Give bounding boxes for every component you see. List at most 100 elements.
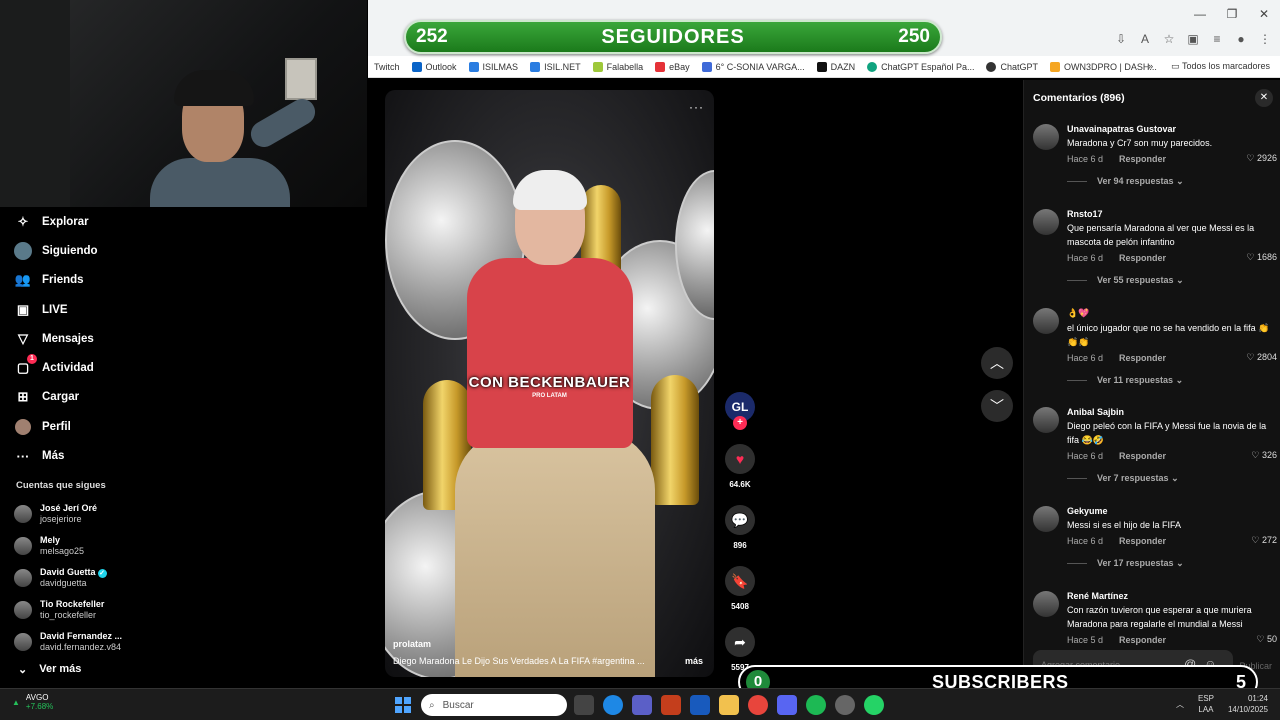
following-account[interactable]: David Guetta ✓ davidguetta bbox=[14, 562, 122, 594]
video-subject-legs bbox=[455, 430, 655, 677]
avatar[interactable] bbox=[1033, 124, 1059, 150]
bookmark[interactable]: ChatGPT Español Pa... bbox=[861, 61, 980, 72]
video-player[interactable]: ··· CON BECKENBAUER PRO LATAM prolatam D… bbox=[385, 90, 714, 677]
menu-dots-icon[interactable]: ⋮ bbox=[1258, 32, 1272, 46]
media-icon[interactable]: ≡ bbox=[1210, 32, 1224, 46]
nav-actividad[interactable]: ▢ 1 Actividad bbox=[14, 353, 98, 382]
comment-likes[interactable]: ♡ 2926 bbox=[1246, 153, 1277, 164]
all-bookmarks[interactable]: ▭ Todos los marcadores bbox=[1171, 61, 1270, 72]
translate-icon[interactable]: A bbox=[1138, 32, 1152, 46]
view-replies-button[interactable]: Ver 11 respuestas ⌄ bbox=[1067, 375, 1277, 386]
following-account[interactable]: Tio Rockefeller tio_rockefeller bbox=[14, 594, 122, 626]
comment-likes[interactable]: ♡ 50 bbox=[1256, 634, 1277, 645]
bookmark[interactable]: DAZN bbox=[811, 61, 862, 72]
reply-button[interactable]: Responder bbox=[1119, 253, 1166, 263]
whatsapp-icon[interactable] bbox=[864, 695, 884, 715]
reply-button[interactable]: Responder bbox=[1119, 353, 1166, 363]
view-replies-button[interactable]: Ver 7 respuestas ⌄ bbox=[1067, 473, 1277, 484]
more-link[interactable]: más bbox=[685, 656, 703, 666]
comment-likes[interactable]: ♡ 2804 bbox=[1246, 352, 1277, 363]
following-account[interactable]: David Fernandez ... david.fernandez.v84 bbox=[14, 626, 122, 658]
view-replies-button[interactable]: Ver 94 respuestas ⌄ bbox=[1067, 176, 1277, 187]
nav-mensajes[interactable]: ▽ Mensajes bbox=[14, 324, 98, 353]
comment-button[interactable]: 💬 bbox=[725, 505, 755, 535]
video-watermark: PRO LATAM bbox=[532, 393, 567, 399]
reply-button[interactable]: Responder bbox=[1119, 536, 1166, 546]
view-replies-button[interactable]: Ver 17 respuestas ⌄ bbox=[1067, 558, 1277, 569]
stock-widget[interactable]: ▲ AVGO +7.68% bbox=[12, 693, 53, 711]
taskbar-search[interactable]: ⌕ Buscar bbox=[421, 694, 567, 716]
profile-avatar-icon[interactable]: ● bbox=[1234, 32, 1248, 46]
avatar[interactable] bbox=[1033, 308, 1059, 334]
bookmark[interactable]: Outlook bbox=[406, 61, 463, 72]
word-icon[interactable] bbox=[690, 695, 710, 715]
restore-icon[interactable]: ❐ bbox=[1216, 0, 1248, 28]
chevron-right-icon[interactable]: » bbox=[1148, 61, 1153, 72]
windows-start-icon[interactable] bbox=[395, 697, 411, 713]
obs-icon[interactable] bbox=[835, 695, 855, 715]
bookmark[interactable]: Twitch bbox=[368, 62, 406, 72]
close-icon[interactable]: ✕ bbox=[1255, 89, 1273, 107]
close-window-icon[interactable]: ✕ bbox=[1248, 0, 1280, 28]
spotify-icon[interactable] bbox=[806, 695, 826, 715]
following-account[interactable]: Mely melsago25 bbox=[14, 530, 122, 562]
minimize-icon[interactable]: — bbox=[1184, 0, 1216, 28]
reply-button[interactable]: Responder bbox=[1119, 154, 1166, 164]
nav-mas[interactable]: ··· Más bbox=[14, 441, 98, 470]
video-description: Diego Maradona Le Dijo Sus Verdades A La… bbox=[393, 656, 703, 666]
bookmark[interactable]: 6° C-SONIA VARGA... bbox=[696, 61, 811, 72]
extensions-icon[interactable]: ▣ bbox=[1186, 32, 1200, 46]
language-indicator[interactable]: ESP LAA bbox=[1198, 693, 1214, 715]
avatar[interactable] bbox=[1033, 407, 1059, 433]
comment-item: 👌💖 el único jugador que no se ha vendido… bbox=[1033, 308, 1277, 407]
video-author[interactable]: prolatam bbox=[393, 639, 431, 649]
task-view-icon[interactable] bbox=[574, 695, 594, 715]
author-avatar[interactable]: GL + bbox=[725, 392, 755, 430]
install-icon[interactable]: ⇩ bbox=[1114, 32, 1128, 46]
view-replies-button[interactable]: Ver 55 respuestas ⌄ bbox=[1067, 275, 1277, 286]
avatar[interactable] bbox=[1033, 591, 1059, 617]
comment-likes[interactable]: ♡ 1686 bbox=[1246, 252, 1277, 263]
save-button[interactable]: 🔖 bbox=[725, 566, 755, 596]
previous-video-button[interactable]: ︿ bbox=[981, 347, 1013, 379]
like-button[interactable]: ♥ bbox=[725, 444, 755, 474]
bookmark[interactable]: eBay bbox=[649, 61, 696, 72]
powerpoint-icon[interactable] bbox=[661, 695, 681, 715]
share-button[interactable]: ➦ bbox=[725, 627, 755, 657]
more-dots-icon[interactable]: ··· bbox=[689, 100, 704, 114]
nav-live[interactable]: ▣ LIVE bbox=[14, 295, 98, 324]
bookmark[interactable]: OWN3DPRO | DASH... bbox=[1044, 61, 1163, 72]
nav-explorar[interactable]: ✧ Explorar bbox=[14, 207, 98, 236]
clock[interactable]: 01:24 14/10/2025 bbox=[1228, 693, 1268, 715]
nav-friends[interactable]: 👥 Friends bbox=[14, 266, 98, 295]
bookmark[interactable]: ISIL.NET bbox=[524, 61, 587, 72]
avatar[interactable] bbox=[1033, 209, 1059, 235]
bookmark[interactable]: ISILMAS bbox=[463, 61, 525, 72]
store-icon[interactable] bbox=[632, 695, 652, 715]
avatar bbox=[14, 537, 32, 555]
follow-plus-icon[interactable]: + bbox=[733, 416, 747, 430]
reply-button[interactable]: Responder bbox=[1119, 635, 1166, 645]
nav-perfil[interactable]: Perfil bbox=[14, 412, 98, 441]
file-explorer-icon[interactable] bbox=[719, 695, 739, 715]
comment-likes[interactable]: ♡ 272 bbox=[1251, 535, 1277, 546]
comment-likes[interactable]: ♡ 326 bbox=[1251, 450, 1277, 461]
chatgpt-icon bbox=[986, 61, 997, 72]
next-video-button[interactable]: ﹀ bbox=[981, 390, 1013, 422]
ebay-icon bbox=[655, 61, 666, 72]
bookmark[interactable]: Falabella bbox=[587, 61, 650, 72]
star-icon[interactable]: ☆ bbox=[1162, 32, 1176, 46]
bookmark[interactable]: ChatGPT bbox=[980, 61, 1044, 72]
discord-icon[interactable] bbox=[777, 695, 797, 715]
chrome-icon[interactable] bbox=[748, 695, 768, 715]
following-account[interactable]: José Jerí Oré josejeriore bbox=[14, 498, 122, 530]
edge-icon[interactable] bbox=[603, 695, 623, 715]
nav-cargar[interactable]: ⊞ Cargar bbox=[14, 383, 98, 412]
see-more-button[interactable]: ⌄ Ver más bbox=[18, 663, 81, 676]
nav-siguiendo[interactable]: Siguiendo bbox=[14, 236, 98, 265]
tray-chevron-icon[interactable]: ︿ bbox=[1176, 699, 1184, 710]
following-avatar-icon bbox=[14, 241, 32, 260]
avatar[interactable] bbox=[1033, 506, 1059, 532]
own3d-icon bbox=[1050, 61, 1060, 72]
reply-button[interactable]: Responder bbox=[1119, 451, 1166, 461]
